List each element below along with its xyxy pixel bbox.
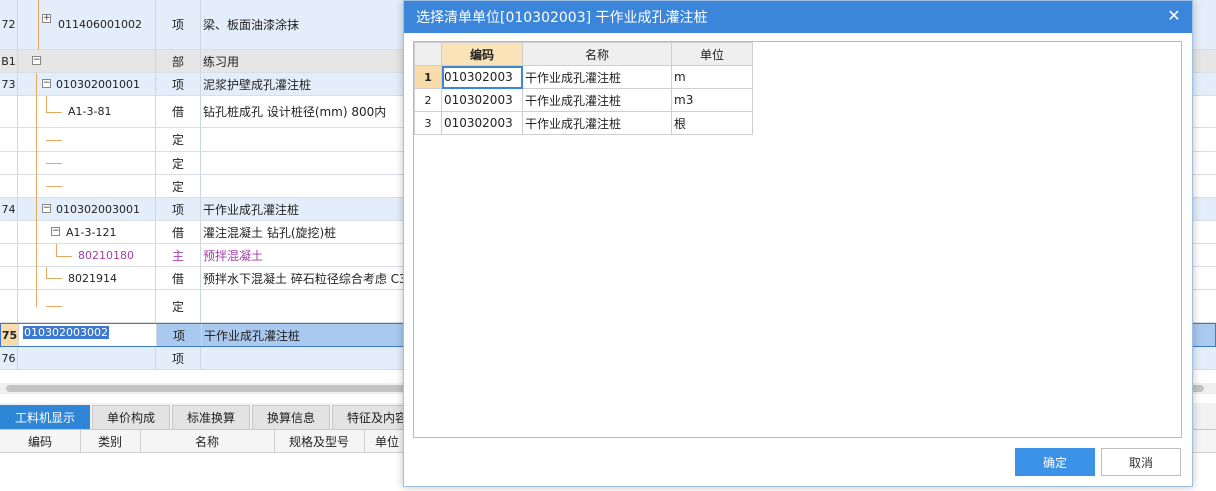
unit-cell[interactable]: m bbox=[671, 65, 753, 89]
code-cell[interactable] bbox=[18, 175, 156, 198]
code-cell[interactable]: 8021914 bbox=[18, 267, 156, 290]
code-cell[interactable]: 010302003 bbox=[441, 111, 523, 135]
collapse-icon[interactable]: − bbox=[42, 204, 51, 213]
code-cell[interactable]: A1-3-81 bbox=[18, 96, 156, 128]
row-number: 75 bbox=[1, 324, 19, 346]
col-header-name[interactable]: 名称 bbox=[140, 430, 275, 452]
col-header-code[interactable]: 编码 bbox=[441, 42, 523, 66]
type-cell: 项 bbox=[157, 324, 202, 346]
row-number bbox=[0, 221, 18, 243]
row-number: 3 bbox=[414, 111, 442, 135]
tab-conversion-info[interactable]: 换算信息 bbox=[252, 405, 330, 429]
name-cell[interactable]: 干作业成孔灌注桩 bbox=[522, 88, 672, 112]
dialog-title: 选择清单单位[010302003] 干作业成孔灌注桩 bbox=[416, 10, 708, 26]
code-cell[interactable]: 80210180 bbox=[18, 244, 156, 267]
row-number bbox=[0, 267, 18, 289]
name-cell[interactable]: 干作业成孔灌注桩 bbox=[522, 65, 672, 89]
code-text: 8021914 bbox=[68, 271, 117, 285]
code-text: 010302001001 bbox=[56, 77, 140, 91]
row-number bbox=[0, 244, 18, 266]
ok-button[interactable]: 确定 bbox=[1015, 448, 1095, 476]
type-cell: 定 bbox=[156, 152, 201, 174]
collapse-icon[interactable]: − bbox=[42, 79, 51, 88]
expand-icon[interactable]: + bbox=[42, 14, 51, 23]
close-icon[interactable]: ✕ bbox=[1166, 8, 1182, 24]
code-cell[interactable]: − bbox=[18, 50, 156, 72]
code-text: A1-3-81 bbox=[68, 105, 112, 118]
table-row[interactable]: 1 010302003 干作业成孔灌注桩 m bbox=[414, 65, 753, 89]
dialog-title-bar[interactable]: 选择清单单位[010302003] 干作业成孔灌注桩 ✕ bbox=[404, 1, 1192, 33]
col-header-name[interactable]: 名称 bbox=[522, 42, 672, 66]
type-cell: 借 bbox=[156, 267, 201, 289]
col-header-spec[interactable]: 规格及型号 bbox=[274, 430, 365, 452]
type-cell: 定 bbox=[156, 290, 201, 322]
type-cell: 项 bbox=[156, 0, 201, 49]
code-cell[interactable]: 010302003 bbox=[441, 65, 523, 89]
col-header-code[interactable]: 编码 bbox=[0, 430, 81, 452]
code-text: 011406001002 bbox=[58, 18, 142, 31]
code-cell[interactable]: 010302003002 bbox=[19, 324, 157, 346]
type-cell: 项 bbox=[156, 198, 201, 220]
row-number bbox=[0, 175, 18, 197]
type-cell: 借 bbox=[156, 221, 201, 243]
type-cell: 主 bbox=[156, 244, 201, 266]
col-header-type[interactable]: 类别 bbox=[80, 430, 141, 452]
tab-labor-material[interactable]: 工料机显示 bbox=[0, 405, 90, 429]
row-number: 72 bbox=[0, 0, 18, 49]
table-row[interactable]: 2 010302003 干作业成孔灌注桩 m3 bbox=[414, 88, 753, 112]
type-cell: 定 bbox=[156, 128, 201, 151]
code-text: A1-3-121 bbox=[66, 225, 117, 239]
row-number bbox=[0, 152, 18, 174]
code-cell[interactable] bbox=[18, 128, 156, 152]
row-number bbox=[0, 96, 18, 127]
code-cell[interactable]: − A1-3-121 bbox=[18, 221, 156, 244]
cancel-button[interactable]: 取消 bbox=[1101, 448, 1181, 476]
unit-cell[interactable]: 根 bbox=[671, 111, 753, 135]
tab-standard-conversion[interactable]: 标准换算 bbox=[172, 405, 250, 429]
code-text: 80210180 bbox=[78, 248, 134, 262]
type-cell: 借 bbox=[156, 96, 201, 127]
row-number: 1 bbox=[414, 65, 442, 89]
code-cell[interactable]: − 010302003001 bbox=[18, 198, 156, 221]
code-cell[interactable]: − 010302001001 bbox=[18, 73, 156, 96]
tab-unit-price[interactable]: 单价构成 bbox=[92, 405, 170, 429]
row-number: 74 bbox=[0, 198, 18, 220]
collapse-icon[interactable]: − bbox=[51, 227, 60, 236]
type-cell: 项 bbox=[156, 73, 201, 95]
row-number: 76 bbox=[0, 347, 18, 369]
select-unit-dialog: 选择清单单位[010302003] 干作业成孔灌注桩 ✕ 编码 名称 单位 1 … bbox=[403, 0, 1193, 487]
collapse-icon[interactable]: − bbox=[32, 56, 41, 65]
table-row[interactable]: 3 010302003 干作业成孔灌注桩 根 bbox=[414, 111, 753, 135]
code-text: 010302003001 bbox=[56, 202, 140, 216]
type-cell: 定 bbox=[156, 175, 201, 197]
row-number bbox=[0, 128, 18, 151]
code-cell[interactable]: + 011406001002 bbox=[18, 0, 156, 50]
name-cell[interactable]: 干作业成孔灌注桩 bbox=[522, 111, 672, 135]
code-cell[interactable]: 010302003 bbox=[441, 88, 523, 112]
code-text[interactable]: 010302003002 bbox=[23, 325, 109, 339]
row-number: 2 bbox=[414, 88, 442, 112]
row-number: B1 bbox=[0, 50, 18, 72]
corner-cell bbox=[414, 42, 442, 66]
col-header-unit[interactable]: 单位 bbox=[671, 42, 753, 66]
row-number bbox=[0, 290, 18, 322]
type-cell: 项 bbox=[156, 347, 201, 369]
unit-grid: 编码 名称 单位 1 010302003 干作业成孔灌注桩 m 2 010302… bbox=[413, 41, 1182, 438]
unit-cell[interactable]: m3 bbox=[671, 88, 753, 112]
code-cell[interactable] bbox=[18, 152, 156, 175]
row-number: 73 bbox=[0, 73, 18, 95]
type-cell: 部 bbox=[156, 50, 201, 72]
code-cell[interactable] bbox=[18, 347, 156, 369]
unit-table: 编码 名称 单位 1 010302003 干作业成孔灌注桩 m 2 010302… bbox=[414, 42, 753, 135]
